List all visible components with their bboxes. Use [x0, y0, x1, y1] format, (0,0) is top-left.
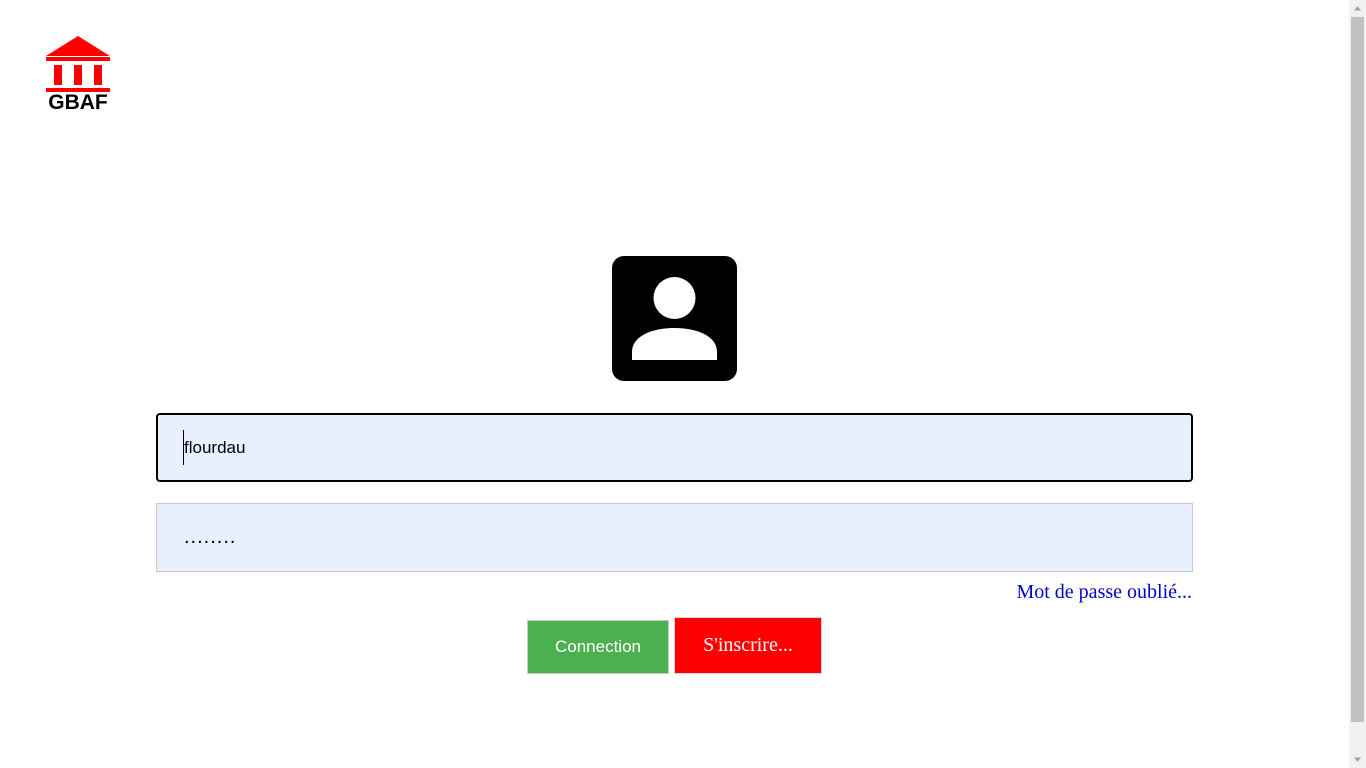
gbaf-logo: GBAF: [44, 36, 112, 116]
forgot-password-link[interactable]: Mot de passe oublié...: [1016, 581, 1192, 604]
scrollbar-thumb[interactable]: [1351, 17, 1364, 722]
text-cursor: [183, 430, 184, 465]
bank-building-icon: [46, 36, 110, 92]
password-input[interactable]: [156, 503, 1193, 572]
user-avatar: [612, 256, 737, 381]
logo-text: GBAF: [48, 91, 108, 114]
vertical-scrollbar[interactable]: [1349, 0, 1366, 768]
connect-button[interactable]: Connection: [527, 620, 669, 674]
login-page: GBAF Mot de passe oublié... Connection S…: [0, 0, 1366, 768]
scroll-down-arrow-icon[interactable]: [1349, 751, 1366, 768]
scroll-up-arrow-icon[interactable]: [1349, 0, 1366, 17]
user-profile-icon: [632, 277, 717, 360]
signup-button[interactable]: S'inscrire...: [674, 617, 822, 674]
username-input[interactable]: [156, 413, 1193, 482]
